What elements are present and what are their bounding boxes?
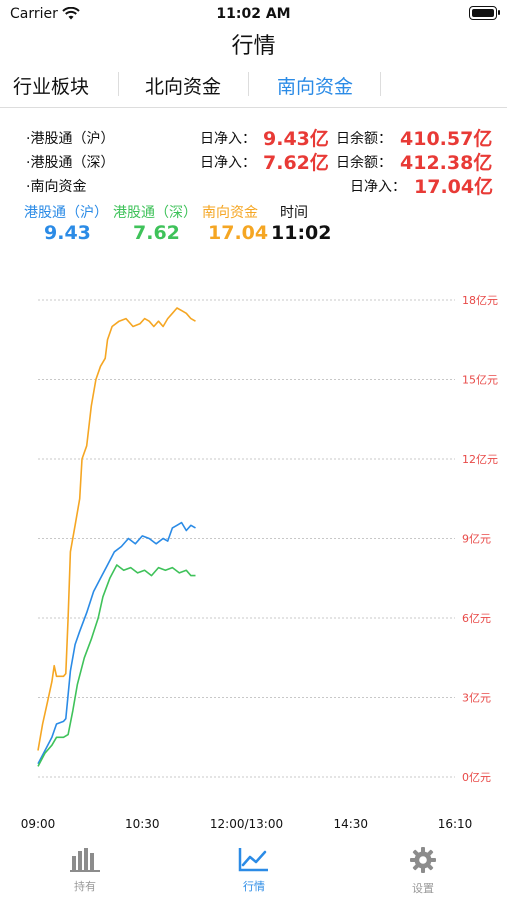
page-title: 行情 [231, 34, 276, 59]
tab-divider [380, 72, 381, 96]
x-tick-label: 14:30 [333, 817, 368, 831]
series-line [37, 564, 196, 767]
x-tick-label: 12:00/13:00 [210, 817, 283, 831]
y-tick-label: 18亿元 [462, 294, 498, 307]
flow-net-label-sh: 日净入： [200, 131, 256, 147]
flow-name-sz: ·港股通（深） [26, 155, 115, 171]
flow-balance-value-sz: 412.38亿 [400, 152, 493, 174]
flow-line-chart: 0亿元 3亿元 6亿元 9亿元 12亿元 15亿元 18亿元 09:00 10:30 12:00/… [21, 294, 498, 831]
legend-value-time: 11:02 [271, 222, 332, 244]
line-chart-icon [238, 848, 268, 872]
tabbar-market-label: 行情 [243, 880, 265, 893]
legend-label-time: 时间 [280, 205, 308, 221]
tabbar-holdings-label: 持有 [74, 880, 96, 893]
y-tick-label: 6亿元 [462, 612, 491, 625]
y-tick-label: 9亿元 [462, 533, 491, 546]
tabbar-holdings[interactable]: 持有 [45, 846, 125, 894]
tabbar-market[interactable]: 行情 [214, 846, 294, 894]
flow-name-south: ·南向资金 [26, 179, 87, 195]
legend-value-sz: 7.62 [133, 222, 180, 244]
y-tick-label: 15亿元 [462, 374, 498, 387]
flow-name-sh: ·港股通（沪） [26, 131, 115, 147]
flow-balance-label-sh: 日余额： [336, 131, 392, 147]
tab-industry-sector[interactable]: 行业板块 [0, 72, 116, 99]
legend-value-south: 17.04 [208, 222, 269, 244]
legend-value-sh: 9.43 [44, 222, 91, 244]
battery-icon [469, 6, 500, 20]
segment-tabs: 行业板块 北向资金 南向资金 [0, 62, 507, 108]
tab-northbound[interactable]: 北向资金 [118, 72, 248, 99]
flow-net-label-sz: 日净入： [200, 155, 256, 171]
x-tick-label: 09:00 [21, 817, 56, 831]
flow-balance-label-sz: 日余额： [336, 155, 392, 171]
x-tick-label: 10:30 [125, 817, 160, 831]
status-bar: Carrier 11:02 AM [0, 0, 507, 28]
y-tick-label: 12亿元 [462, 453, 498, 466]
flow-balance-value-sh: 410.57亿 [400, 128, 493, 150]
legend-label-south: 南向资金 [202, 205, 258, 221]
status-time: 11:02 AM [216, 6, 291, 22]
legend-label-sz: 港股通（深） [113, 205, 197, 221]
series-line [37, 521, 196, 765]
flow-net-value-south: 17.04亿 [414, 176, 494, 198]
flow-net-label-south: 日净入： [350, 179, 406, 195]
tabbar-settings[interactable]: 设置 [383, 846, 463, 896]
x-tick-label: 16:10 [438, 817, 473, 831]
tab-divider [248, 72, 249, 96]
gear-icon [410, 847, 436, 873]
bottom-tab-bar: 持有 行情 设置 [0, 838, 507, 900]
y-tick-label: 0亿元 [462, 771, 491, 784]
legend-label-sh: 港股通（沪） [24, 205, 108, 221]
tab-southbound[interactable]: 南向资金 [250, 72, 380, 99]
flow-net-value-sh: 9.43亿 [263, 128, 329, 150]
flow-net-value-sz: 7.62亿 [263, 152, 329, 174]
tabbar-settings-label: 设置 [412, 882, 434, 895]
bar-chart-icon [70, 848, 100, 872]
y-tick-label: 3亿元 [462, 692, 491, 705]
